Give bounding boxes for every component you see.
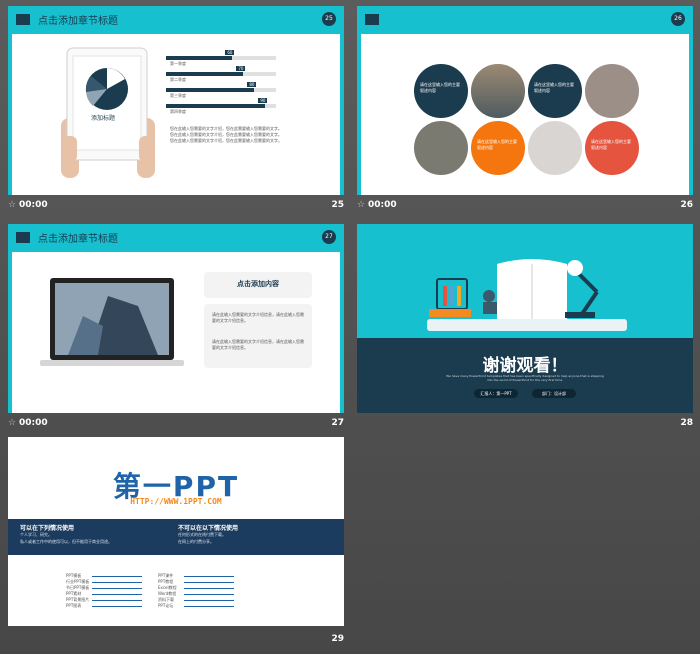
card-paragraph-1: 请在此输入您需要的文字介绍信息，请在此输入您需要的文字介绍信息。 [212,312,304,323]
link-row: PPT论坛 [158,603,234,609]
slide-meta-26: ☆ 00:00 26 [357,200,693,214]
slide-thumbnail-28[interactable]: 谢谢观看！ We have many PowerPoint templates … [357,224,693,413]
progress-tag: 80 [247,82,257,87]
circle-text-3: 请在这里输入您的主要叙述内容 [477,139,517,150]
link-underline[interactable] [184,598,234,601]
left-border [8,252,12,413]
slide-badge: 25 [322,12,336,26]
slide-time: 00:00 [19,418,48,428]
progress-fill [166,88,254,92]
progress-bars: 60 第一季度 70 第二季度 80 第三季度 90 第四季度 [166,50,276,114]
left-border [8,34,12,195]
tablet-label: 添加标题 [91,115,116,122]
progress-track [166,72,276,76]
link-label: PPT图表 [66,603,82,608]
card-title: 点击添加内容 [237,280,279,288]
link-underline[interactable] [92,604,142,607]
right-border [340,34,344,195]
slide-number: 26 [680,200,693,210]
progress-row: 90 第四季度 [166,98,276,114]
can-use-title: 可以在下列情况使用 [20,525,75,532]
right-border [340,252,344,413]
links-right: PPT课件 PPT教程 Excel教程 Word教程 资料下载 PPT论坛 [158,573,234,609]
slide-title: 点击添加章节标题 [38,16,118,27]
slide-thumbnail-29[interactable]: 第一PPT HTTP://WWW.1PPT.COM 可以在下列情况使用 个人学习… [8,437,344,626]
header-square [16,14,30,25]
progress-fill [166,56,232,60]
laptop-image [40,278,184,366]
transition-icon: ☆ [357,200,366,210]
slide-title: 点击添加章节标题 [38,234,118,245]
circle-text-1: 请在这里输入您的主要叙述内容 [420,82,460,93]
slide-header: 点击添加章节标题 25 [8,6,344,34]
link-underline[interactable] [92,574,142,577]
progress-tag: 90 [258,98,268,103]
slide-meta-29: 29 [8,634,344,648]
progress-track [166,104,276,108]
link-label: PPT论坛 [158,603,174,608]
cannot-use-title: 不可以在以下情况使用 [178,525,239,532]
slide-header: 26 [357,6,693,34]
transition-icon: ☆ [8,200,17,210]
slide-meta-25: ☆ 00:00 25 [8,200,344,214]
left-border [357,34,361,195]
cannot-use-item-2: 在网上的付费分享。 [178,539,214,544]
right-border [689,34,693,195]
progress-tag: 60 [225,50,235,55]
link-underline[interactable] [184,580,234,583]
slide-meta-27: ☆ 00:00 27 [8,418,344,432]
slide-number: 25 [331,200,344,210]
header-square [16,232,30,243]
slide-number: 27 [331,418,344,428]
link-underline[interactable] [92,580,142,583]
department-pill: 部门：设计部 [532,389,576,398]
slide-badge: 27 [322,230,336,244]
link-underline[interactable] [184,604,234,607]
progress-label: 第四季度 [170,109,186,114]
slide-thumbnail-27[interactable]: 点击添加章节标题 27 点击添加内容 请在此输入您需要的文字介绍信息，请在此输入… [8,224,344,413]
can-use-item-1: 个人学习、研究。 [20,532,52,537]
card-paragraph-2: 请在此输入您需要的文字介绍信息，请在此输入您需要的文字介绍信息。 [212,339,304,350]
can-use-item-2: 私人或者工作中的使用可以，但不能用于商业用途。 [20,539,112,544]
circle-text-4: 请在这里输入您的主要叙述内容 [591,139,631,150]
cannot-use-item-1: 任何形式的在线付费下载。 [178,532,226,537]
progress-fill [166,72,243,76]
slide-header: 点击添加章节标题 27 [8,224,344,252]
link-underline[interactable] [184,592,234,595]
logo-url: HTTP://WWW.1PPT.COM [130,497,222,506]
slide-thumbnail-25[interactable]: 点击添加章节标题 25 添加标题 60 第一季度 70 第二季度 80 第三季度 90 第四季… [8,6,344,195]
progress-track [166,88,276,92]
link-underline[interactable] [92,586,142,589]
slide-meta-28: 28 [357,418,693,432]
body-text: 您在此输入您需要的文字介绍，您在此需要输入您需要的文字。您在此输入您需要的文字介… [170,126,282,143]
thanks-title: 谢谢观看！ [482,356,568,376]
link-underline[interactable] [184,574,234,577]
circle-text-2: 请在这里输入您的主要叙述内容 [534,82,574,93]
progress-row: 60 第一季度 [166,50,276,66]
progress-row: 70 第二季度 [166,66,276,82]
links-left: PPT模板 行业PPT模板 节日PPT模板 PPT素材 PPT背景图片 PPT图表 [66,573,142,609]
slide-time: 00:00 [19,200,48,210]
slide-number: 29 [331,634,344,644]
progress-row: 80 第三季度 [166,82,276,98]
circle-grid-graphic [414,64,639,175]
slide-number: 28 [680,418,693,428]
link-row: PPT图表 [66,603,142,609]
progress-track [166,56,276,60]
slide-badge: 26 [671,12,685,26]
header-square [365,14,379,25]
thanks-subtitle: We have many PowerPoint templates that h… [446,374,604,382]
link-underline[interactable] [92,592,142,595]
presenter-pill: 汇报人：第一PPT [474,389,518,398]
progress-fill [166,104,265,108]
slide-thumbnail-26[interactable]: 26 请在这里输入您的主要叙述内容 请在这里输入您的主要叙述内容 请在这里输入您… [357,6,693,195]
link-underline[interactable] [184,586,234,589]
slide-time: 00:00 [368,200,397,210]
usage-band: 可以在下列情况使用 个人学习、研究。 私人或者工作中的使用可以，但不能用于商业用… [8,519,344,555]
link-underline[interactable] [92,598,142,601]
progress-tag: 70 [236,66,246,71]
transition-icon: ☆ [8,418,17,428]
